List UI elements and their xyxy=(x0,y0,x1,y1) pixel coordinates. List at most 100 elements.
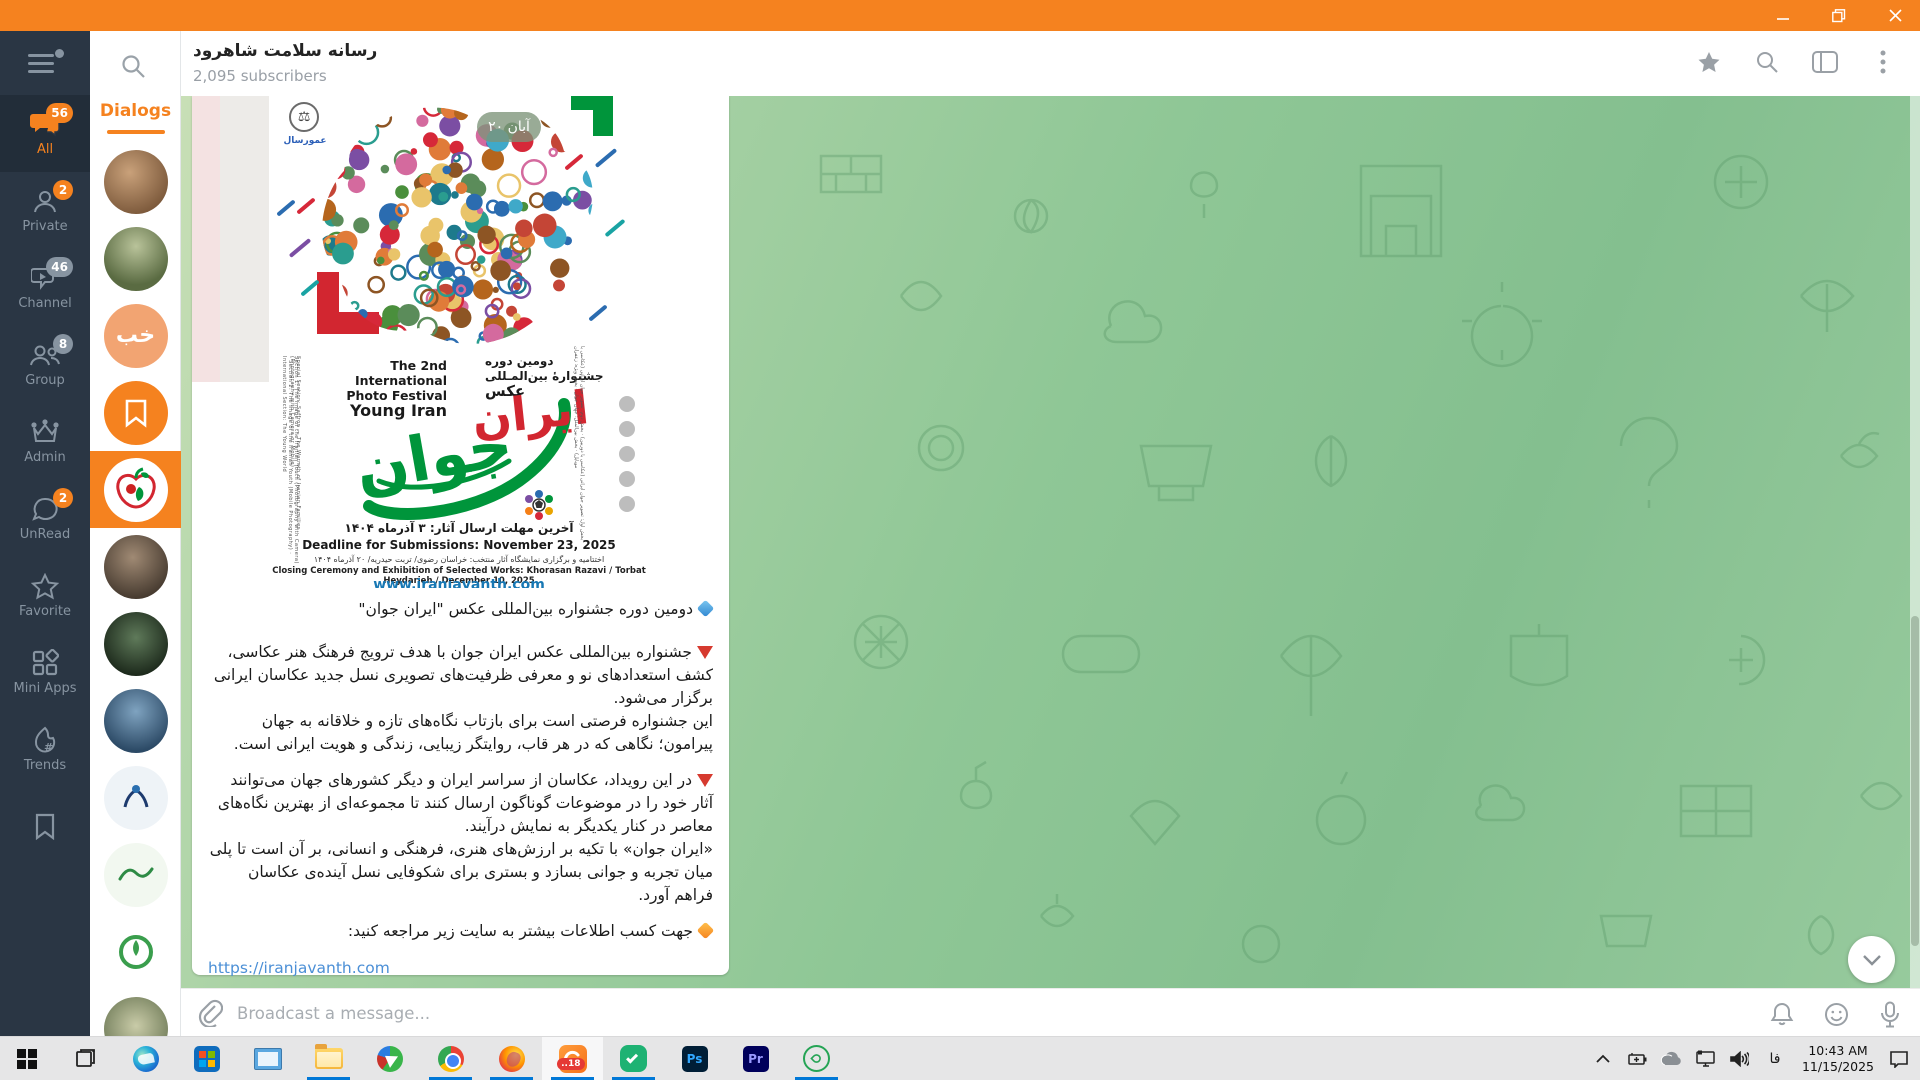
saved-messages-shortcut[interactable] xyxy=(0,801,90,851)
taskbar-app-system[interactable] xyxy=(237,1037,298,1080)
nav-label: All xyxy=(37,142,53,157)
unread-count-badge: 8 xyxy=(53,334,73,354)
star-icon xyxy=(31,573,59,600)
chat-list-item[interactable] xyxy=(90,528,181,605)
tray-expand-button[interactable] xyxy=(1586,1037,1620,1080)
chat-list-item[interactable] xyxy=(90,759,181,836)
tray-onedrive[interactable] xyxy=(1654,1037,1688,1080)
channel-avatar-apple-logo xyxy=(104,458,168,522)
bell-icon xyxy=(1770,1001,1794,1027)
scrollbar-thumb[interactable] xyxy=(1911,616,1919,946)
logo-mark xyxy=(119,781,153,815)
system-app-icon xyxy=(254,1048,282,1070)
nav-label: Favorite xyxy=(19,604,71,619)
action-center-button[interactable] xyxy=(1882,1037,1916,1080)
restore-button[interactable] xyxy=(1824,0,1854,31)
dialogs-tab[interactable]: Dialogs xyxy=(90,101,181,121)
minimize-icon xyxy=(1777,10,1789,22)
checkmark-app-icon xyxy=(620,1045,647,1072)
nav-item-all[interactable]: 56 All xyxy=(0,95,90,172)
chat-avatar-initials: خب xyxy=(104,304,168,368)
chat-list-item[interactable] xyxy=(90,605,181,682)
scroll-to-bottom-button[interactable] xyxy=(1848,936,1895,983)
taskbar-app-file-explorer[interactable] xyxy=(298,1037,359,1080)
poster-deadline-fa: آخرین مهلت ارسال آثار: ۳ آذرماه ۱۴۰۴ xyxy=(269,521,649,535)
close-icon xyxy=(1889,9,1902,22)
chat-list-item[interactable] xyxy=(90,143,181,220)
taskbar-app-chrome[interactable] xyxy=(420,1037,481,1080)
nav-item-trends[interactable]: # Trends xyxy=(0,711,90,788)
floating-date-chip: ۲۰ آبان xyxy=(477,112,541,142)
nav-item-group[interactable]: 8 Group xyxy=(0,326,90,403)
chat-list-item[interactable] xyxy=(90,220,181,297)
poster-deadline-en: Deadline for Submissions: November 23, 2… xyxy=(269,538,649,552)
telegram-desktop-window: 56 All 2 Private 46 Channel 8 Group Ad xyxy=(0,0,1920,1080)
more-options-button[interactable] xyxy=(1866,45,1900,79)
favorite-star-button[interactable] xyxy=(1692,45,1726,79)
tray-network[interactable] xyxy=(1688,1037,1722,1080)
chat-list-item[interactable] xyxy=(90,913,181,990)
nav-item-mini-apps[interactable]: Mini Apps xyxy=(0,634,90,711)
search-icon xyxy=(120,53,146,79)
chat-list-item[interactable]: خب xyxy=(90,297,181,374)
photoshop-icon: Ps xyxy=(682,1046,708,1072)
tray-volume[interactable] xyxy=(1722,1037,1756,1080)
nav-item-channel[interactable]: 46 Channel xyxy=(0,249,90,326)
taskbar-app-photoshop[interactable]: Ps xyxy=(664,1037,725,1080)
chat-header[interactable]: رسانه سلامت شاهرود 2,095 subscribers xyxy=(181,31,1920,96)
photo-edge xyxy=(192,96,220,382)
nav-item-admin[interactable]: Admin xyxy=(0,403,90,480)
chat-scrollbar[interactable] xyxy=(1910,96,1920,988)
taskbar-app-firefox[interactable] xyxy=(481,1037,542,1080)
tray-clock[interactable]: 10:43 AM 11/15/2025 xyxy=(1794,1043,1882,1075)
unread-count-badge: 46 xyxy=(46,257,73,277)
eitaa-unread-badge: ..18 xyxy=(557,1058,584,1070)
message-photo[interactable]: ⚖ عمورسال xyxy=(192,96,729,588)
dialogs-tab-indicator xyxy=(107,130,165,134)
close-button[interactable] xyxy=(1880,0,1910,31)
chat-list-item[interactable] xyxy=(90,682,181,759)
taskbar-app-premiere[interactable]: Pr xyxy=(725,1037,786,1080)
start-button[interactable] xyxy=(0,1037,54,1080)
nav-item-favorite[interactable]: Favorite xyxy=(0,557,90,634)
taskbar-app-idm[interactable] xyxy=(359,1037,420,1080)
dialogs-search-button[interactable] xyxy=(120,53,146,79)
channel-title: رسانه سلامت شاهرود xyxy=(193,41,377,61)
minimize-button[interactable] xyxy=(1768,0,1798,31)
chat-list-item[interactable] xyxy=(90,836,181,913)
message-paragraph: در این رویداد، عکاسان از سراسر ایران و د… xyxy=(208,769,713,838)
chat-list-item-saved[interactable] xyxy=(90,374,181,451)
poster-calligraphy: ایران جوان xyxy=(349,386,599,526)
chat-search-button[interactable] xyxy=(1750,45,1784,79)
taskbar-app-eitaa-active[interactable]: ..18 xyxy=(542,1037,603,1080)
message-link[interactable]: https://iranjavanth.com xyxy=(208,957,713,980)
channel-subscribers: 2,095 subscribers xyxy=(193,67,327,85)
nav-label: Admin xyxy=(24,450,65,465)
voice-record-button[interactable] xyxy=(1874,998,1906,1030)
window-titlebar[interactable] xyxy=(0,0,1920,31)
nav-item-private[interactable]: 2 Private xyxy=(0,172,90,249)
tray-battery[interactable] xyxy=(1620,1037,1654,1080)
chat-avatar-logo xyxy=(104,843,168,907)
taskbar-app-whatsapp[interactable] xyxy=(786,1037,847,1080)
action-center-icon xyxy=(1889,1050,1909,1068)
chat-history-area[interactable]: ⚖ عمورسال xyxy=(181,96,1920,988)
taskbar-app-edge[interactable] xyxy=(115,1037,176,1080)
silent-broadcast-button[interactable] xyxy=(1766,998,1798,1030)
chat-list-item-selected[interactable] xyxy=(90,451,181,528)
taskbar-app-store[interactable] xyxy=(176,1037,237,1080)
chat-avatar-photo xyxy=(104,150,168,214)
red-triangle-emoji xyxy=(697,646,713,659)
nav-item-unread[interactable]: 2 UnRead xyxy=(0,480,90,557)
broadcast-message-input[interactable] xyxy=(237,997,1737,1029)
emoji-button[interactable] xyxy=(1820,998,1852,1030)
tray-language-indicator[interactable]: فا xyxy=(1756,1051,1794,1067)
message-paragraph: جهت کسب اطلاعات بیشتر به سایت زیر مراجعه… xyxy=(208,920,713,943)
toggle-right-panel-button[interactable] xyxy=(1808,45,1842,79)
saved-messages-avatar xyxy=(104,381,168,445)
attach-file-button[interactable] xyxy=(195,999,225,1029)
taskbar-app-todo[interactable] xyxy=(603,1037,664,1080)
green-circle-logo xyxy=(116,932,156,972)
task-view-button[interactable] xyxy=(54,1037,115,1080)
main-menu-button[interactable] xyxy=(28,49,62,79)
